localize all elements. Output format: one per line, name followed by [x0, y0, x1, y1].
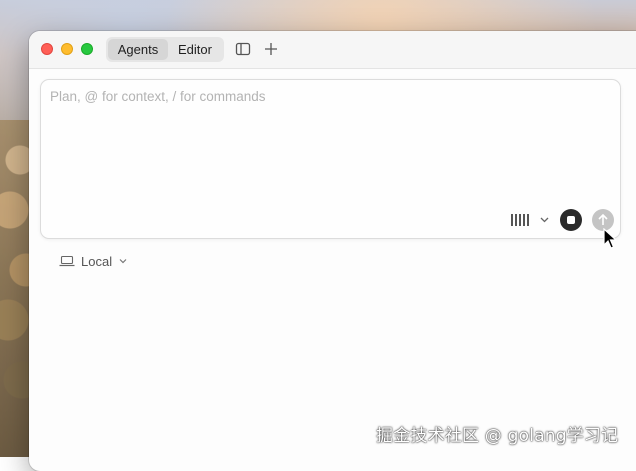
tab-editor[interactable]: Editor [169, 39, 221, 60]
watermark-text: 掘金技术社区 @ golang学习记 [376, 426, 619, 446]
view-switcher: Agents Editor [106, 37, 224, 62]
app-window: Agents Editor Plan, @ for context, / for… [29, 31, 636, 471]
stop-button[interactable] [560, 209, 582, 231]
plus-icon[interactable] [263, 41, 279, 57]
mouse-pointer-icon [603, 227, 618, 250]
maximize-window-button[interactable] [81, 43, 93, 55]
close-window-button[interactable] [41, 43, 53, 55]
laptop-icon [59, 255, 75, 267]
model-picker[interactable] [511, 211, 553, 229]
minimize-window-button[interactable] [61, 43, 73, 55]
title-bar: Agents Editor [29, 31, 636, 69]
prompt-input[interactable] [50, 89, 610, 199]
environment-label: Local [81, 253, 113, 269]
bars-icon [511, 214, 549, 226]
environment-picker[interactable]: Local [59, 251, 128, 271]
tab-agents[interactable]: Agents [108, 39, 168, 60]
stop-icon [567, 216, 575, 224]
prompt-composer [40, 79, 621, 239]
chevron-down-icon [119, 259, 127, 264]
sidebar-toggle-icon[interactable] [235, 41, 251, 57]
